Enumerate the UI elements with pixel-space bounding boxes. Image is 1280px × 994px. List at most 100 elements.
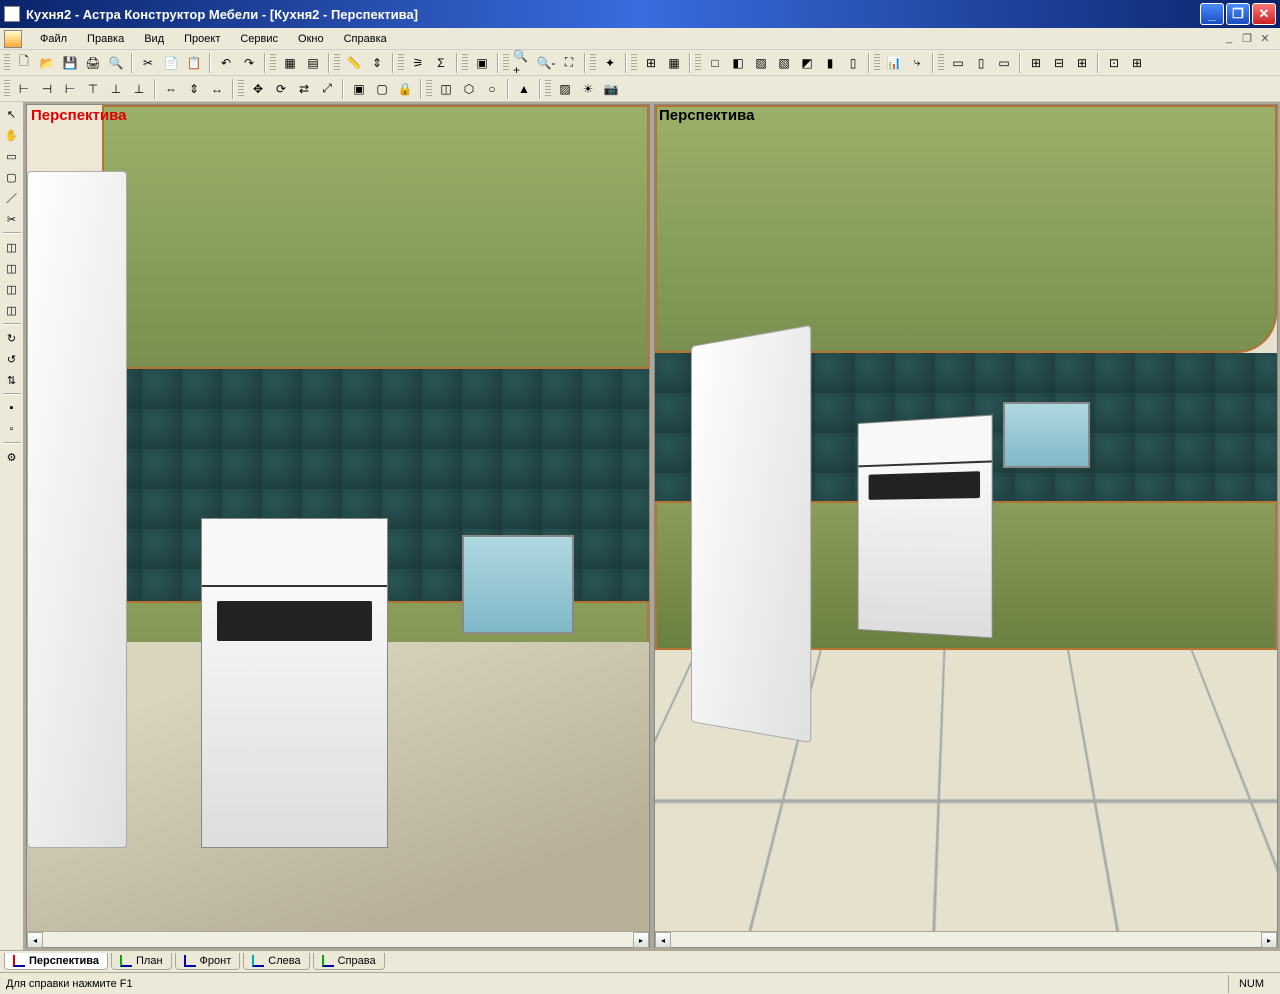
flip-icon[interactable]: ⇅	[2, 370, 22, 390]
align-right-icon[interactable]: ⊢	[59, 78, 81, 100]
viewport-right[interactable]: Перспектива ◂ ▸	[654, 104, 1278, 948]
layout2-icon[interactable]: ▯	[970, 52, 992, 74]
toolbar-grip[interactable]	[503, 54, 509, 72]
distribute-v-icon[interactable]: ⇕	[183, 78, 205, 100]
menu-вид[interactable]: Вид	[134, 31, 174, 47]
box-icon[interactable]: □	[704, 52, 726, 74]
extrude-icon[interactable]: ▲	[513, 78, 535, 100]
toolbar-grip[interactable]	[398, 54, 404, 72]
layer-icon[interactable]: ▦	[279, 52, 301, 74]
undo-icon[interactable]: ↶	[215, 52, 237, 74]
camera-icon[interactable]: 📷	[600, 78, 622, 100]
menu-сервис[interactable]: Сервис	[230, 31, 288, 47]
align-middle-icon[interactable]: ⊥	[105, 78, 127, 100]
layout7-icon[interactable]: ⊡	[1103, 52, 1125, 74]
align-bottom-icon[interactable]: ⊥	[128, 78, 150, 100]
redo-icon[interactable]: ↷	[238, 52, 260, 74]
zoom-out-icon[interactable]: 🔍-	[535, 52, 557, 74]
scroll-left-button[interactable]: ◂	[655, 932, 671, 948]
paste-icon[interactable]: 📋	[183, 52, 205, 74]
scroll-right-button[interactable]: ▸	[1261, 932, 1277, 948]
select-icon[interactable]: ↖	[2, 104, 22, 124]
line-icon[interactable]: ／	[2, 188, 22, 208]
layout1-icon[interactable]: ▭	[947, 52, 969, 74]
box-yellow-icon[interactable]: ▨	[750, 52, 772, 74]
ungroup-icon[interactable]: ▢	[371, 78, 393, 100]
align-left-icon[interactable]: ⊢	[13, 78, 35, 100]
link-icon[interactable]: ⤷	[906, 52, 928, 74]
menu-файл[interactable]: Файл	[30, 31, 77, 47]
minimize-button[interactable]: _	[1200, 3, 1224, 25]
detail2-icon[interactable]: ▫	[2, 419, 22, 439]
toolbar-grip[interactable]	[590, 54, 596, 72]
rotate-ccw-icon[interactable]: ↺	[2, 349, 22, 369]
toolbar-grip[interactable]	[874, 54, 880, 72]
mdi-close-button[interactable]: ✕	[1258, 32, 1272, 45]
print-icon[interactable]: 🖨	[82, 52, 104, 74]
box3d-icon[interactable]: ◧	[727, 52, 749, 74]
panel-icon[interactable]: ▮	[819, 52, 841, 74]
maximize-button[interactable]: ❐	[1226, 3, 1250, 25]
menu-правка[interactable]: Правка	[77, 31, 134, 47]
scissors-icon[interactable]: ✂	[2, 209, 22, 229]
spacing-icon[interactable]: ↔	[206, 78, 228, 100]
detail1-icon[interactable]: ▪	[2, 398, 22, 418]
layout6-icon[interactable]: ⊞	[1071, 52, 1093, 74]
measure-icon[interactable]: ⇕	[366, 52, 388, 74]
scroll-track[interactable]	[43, 932, 633, 947]
viewport-left[interactable]: Перспектива ◂ ▸	[26, 104, 650, 948]
view-tab-4[interactable]: Справа	[313, 953, 385, 970]
zoom-in-icon[interactable]: 🔍+	[512, 52, 534, 74]
box-create-icon[interactable]: ◫	[435, 78, 457, 100]
view-tab-0[interactable]: Перспектива	[4, 953, 108, 970]
mdi-minimize-button[interactable]: _	[1222, 32, 1236, 45]
toolbar-grip[interactable]	[545, 80, 551, 98]
zoom-fit-icon[interactable]: ⛶	[558, 52, 580, 74]
snap-icon[interactable]: ⊞	[640, 52, 662, 74]
view-tab-2[interactable]: Фронт	[175, 953, 241, 970]
texture-icon[interactable]: ▨	[554, 78, 576, 100]
open-icon[interactable]: 📂	[36, 52, 58, 74]
layout4-icon[interactable]: ⊞	[1025, 52, 1047, 74]
viewport-right-scrollbar[interactable]: ◂ ▸	[655, 931, 1277, 947]
mdi-restore-button[interactable]: ❐	[1240, 32, 1254, 45]
view2-icon[interactable]: ◫	[2, 258, 22, 278]
move-icon[interactable]: ✥	[247, 78, 269, 100]
view-tab-3[interactable]: Слева	[243, 953, 309, 970]
view1-icon[interactable]: ◫	[2, 237, 22, 257]
cabinet-icon[interactable]: ▭	[2, 146, 22, 166]
toolbar-grip[interactable]	[4, 54, 10, 72]
copy-icon[interactable]: 📄	[160, 52, 182, 74]
group-icon[interactable]: ▣	[348, 78, 370, 100]
properties-icon[interactable]: ▣	[471, 52, 493, 74]
view-tab-1[interactable]: План	[111, 953, 172, 970]
toolbar-grip[interactable]	[462, 54, 468, 72]
layout5-icon[interactable]: ⊟	[1048, 52, 1070, 74]
grid-icon[interactable]: ▦	[663, 52, 685, 74]
menu-справка[interactable]: Справка	[334, 31, 397, 47]
print-preview-icon[interactable]: 🔍	[105, 52, 127, 74]
hand-icon[interactable]: ✋	[2, 125, 22, 145]
layout3-icon[interactable]: ▭	[993, 52, 1015, 74]
rotate-cw-icon[interactable]: ↻	[2, 328, 22, 348]
scroll-right-button[interactable]: ▸	[633, 932, 649, 948]
viewport-right-canvas[interactable]: Перспектива	[655, 105, 1277, 931]
align-center-h-icon[interactable]: ⊣	[36, 78, 58, 100]
scroll-left-button[interactable]: ◂	[27, 932, 43, 948]
toolbar-grip[interactable]	[426, 80, 432, 98]
rotate-icon[interactable]: ⟳	[270, 78, 292, 100]
align-top-icon[interactable]: ⊤	[82, 78, 104, 100]
close-button[interactable]: ✕	[1252, 3, 1276, 25]
material-icon[interactable]: ▤	[302, 52, 324, 74]
toolbar-grip[interactable]	[4, 80, 10, 98]
viewport-left-scrollbar[interactable]: ◂ ▸	[27, 931, 649, 947]
layout8-icon[interactable]: ⊞	[1126, 52, 1148, 74]
door-icon[interactable]: ▯	[842, 52, 864, 74]
light-icon[interactable]: ☀	[577, 78, 599, 100]
render-icon[interactable]: ✦	[599, 52, 621, 74]
dimension-icon[interactable]: 📏	[343, 52, 365, 74]
cut-icon[interactable]: ✂	[137, 52, 159, 74]
sum-icon[interactable]: Σ	[430, 52, 452, 74]
toolbar-grip[interactable]	[270, 54, 276, 72]
toolbar-grip[interactable]	[238, 80, 244, 98]
